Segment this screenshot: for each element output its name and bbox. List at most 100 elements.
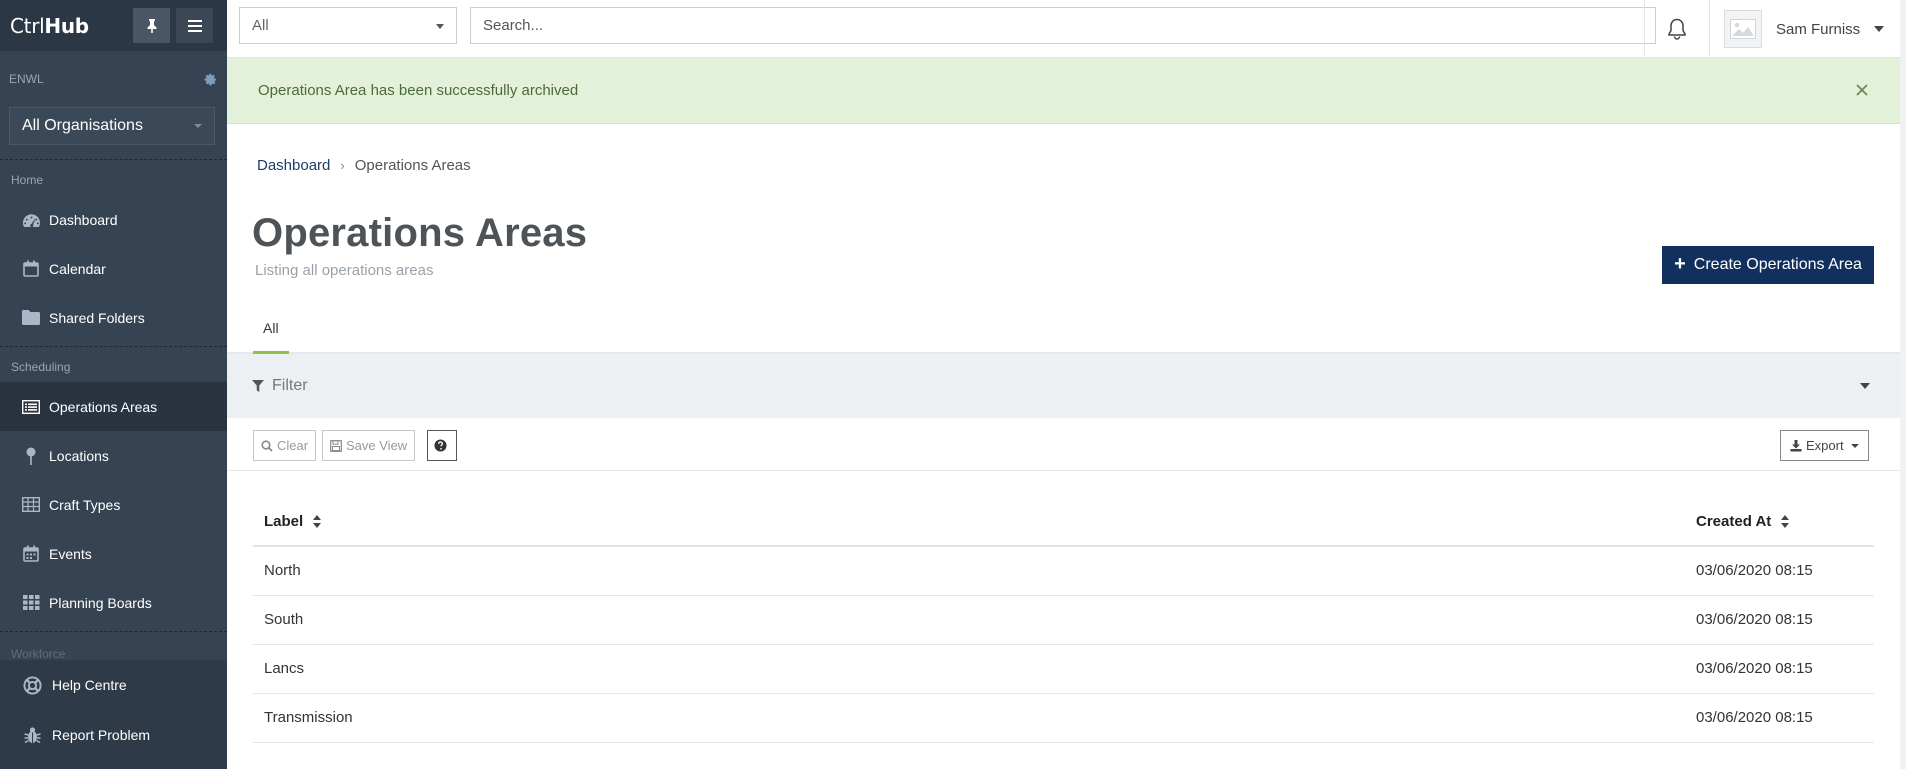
sidebar-item-events[interactable]: Events [0,529,227,578]
sort-icon [313,515,322,529]
cell-created-at: 03/06/2020 08:15 [1685,693,1874,743]
breadcrumb: Dashboard › Operations Areas [257,157,471,174]
clear-filters-button[interactable]: Clear [253,430,317,461]
plus-icon: + [1674,252,1686,275]
column-header-label[interactable]: Label [253,497,1685,547]
filter-panel-toggle[interactable]: Filter [227,354,1900,418]
table-row[interactable]: Transmission 03/06/2020 08:15 [253,693,1874,743]
section-label-workforce: Workforce [11,647,66,661]
export-button[interactable]: Export [1780,430,1869,461]
pin-icon [147,18,156,33]
breadcrumb-separator-icon: › [340,158,345,173]
cell-created-at: 03/06/2020 08:15 [1685,644,1874,694]
operations-areas-table: Label Created At North 03/06/2020 08:15 … [253,497,1874,743]
tab-bar: All [227,310,1900,354]
top-bar: All Sam Furniss [227,0,1906,58]
section-label-home: Home [11,173,44,187]
brand-prefix: Ctrl [10,13,45,38]
cell-label[interactable]: Lancs [253,644,1685,694]
image-placeholder-icon [1730,19,1756,39]
sidebar-item-label: Dashboard [49,211,118,228]
cell-created-at: 03/06/2020 08:15 [1685,595,1874,645]
sidebar-item-calendar[interactable]: Calendar [0,244,227,293]
list-icon [22,399,40,414]
chevron-down-icon [436,24,444,29]
organisation-select-value: All Organisations [22,117,143,134]
sidebar-footer: Help Centre Report Problem [0,660,227,769]
sidebar-item-label: Shared Folders [49,309,145,326]
footer-item-label: Report Problem [52,727,151,743]
column-header-created-at[interactable]: Created At [1685,497,1874,547]
brand-bar: CtrlHub [0,0,227,51]
calendar-icon [23,545,39,562]
search-scope-select[interactable]: All [239,7,457,44]
sidebar-item-planning-boards[interactable]: Planning Boards [0,578,227,627]
section-label-scheduling: Scheduling [11,360,71,374]
brand-logo[interactable]: CtrlHub [0,14,89,38]
search-icon [261,439,273,452]
cell-label[interactable]: South [253,595,1685,645]
sidebar-item-label: Planning Boards [49,594,152,611]
chevron-down-icon [194,124,202,128]
sidebar-item-operations-areas[interactable]: Operations Areas [0,382,227,431]
page-title: Operations Areas [252,211,588,255]
create-button-label: Create Operations Area [1693,256,1862,273]
save-view-button[interactable]: Save View [322,430,416,461]
sidebar-item-label: Events [49,545,92,562]
calendar-icon [23,260,39,277]
gear-icon[interactable] [204,73,217,86]
bell-icon [1668,18,1686,40]
table-toolbar: Clear Save View Export [227,418,1900,471]
chevron-down-icon [1874,26,1885,32]
clear-label: Clear [277,438,309,453]
map-pin-icon [26,447,36,465]
avatar [1724,10,1762,48]
pin-sidebar-button[interactable] [133,8,170,43]
close-icon [1856,84,1868,96]
search-scope-value: All [252,17,269,34]
page-scrollbar[interactable] [1900,0,1906,769]
cell-created-at: 03/06/2020 08:15 [1685,546,1874,596]
table-row[interactable]: South 03/06/2020 08:15 [253,595,1874,645]
grid-icon [22,595,39,610]
cell-label[interactable]: Transmission [253,693,1685,743]
table-row[interactable]: North 03/06/2020 08:15 [253,546,1874,596]
sidebar-item-craft-types[interactable]: Craft Types [0,480,227,529]
export-label: Export [1806,438,1844,453]
alert-message: Operations Area has been successfully ar… [258,82,579,99]
save-icon [330,439,342,452]
tab-all[interactable]: All [253,320,289,354]
page-subtitle: Listing all operations areas [255,262,434,279]
org-code: ENWL [9,72,44,86]
organisation-select[interactable]: All Organisations [9,107,215,145]
help-centre-link[interactable]: Help Centre [0,660,227,710]
sidebar-item-label: Locations [49,447,109,464]
sidebar-item-shared-folders[interactable]: Shared Folders [0,293,227,342]
org-row: ENWL [0,51,227,107]
tab-label: All [263,320,279,336]
brand-suffix: Hub [44,13,89,38]
filter-label: Filter [272,377,308,394]
sort-icon [1781,515,1790,529]
success-alert: Operations Area has been successfully ar… [227,58,1900,124]
dashboard-icon [22,213,40,227]
sidebar-item-dashboard[interactable]: Dashboard [0,195,227,244]
folder-icon [22,310,40,325]
toggle-sidebar-button[interactable] [176,8,213,43]
alert-close-button[interactable] [1854,82,1870,98]
life-ring-icon [22,675,42,695]
table-row[interactable]: Lancs 03/06/2020 08:15 [253,644,1874,694]
report-problem-link[interactable]: Report Problem [0,710,227,760]
table-header-row: Label Created At [253,497,1874,547]
sidebar-item-locations[interactable]: Locations [0,431,227,480]
sidebar: CtrlHub ENWL All Organisations Home Dash… [0,0,227,769]
chevron-down-icon [1860,383,1870,389]
user-menu[interactable]: Sam Furniss [1724,0,1885,58]
notifications-button[interactable] [1644,0,1710,58]
breadcrumb-link-dashboard[interactable]: Dashboard [257,157,330,174]
cell-label[interactable]: North [253,546,1685,596]
help-button[interactable] [427,430,457,461]
create-operations-area-button[interactable]: + Create Operations Area [1662,246,1874,284]
search-input[interactable] [470,7,1656,44]
bug-icon [23,727,41,744]
